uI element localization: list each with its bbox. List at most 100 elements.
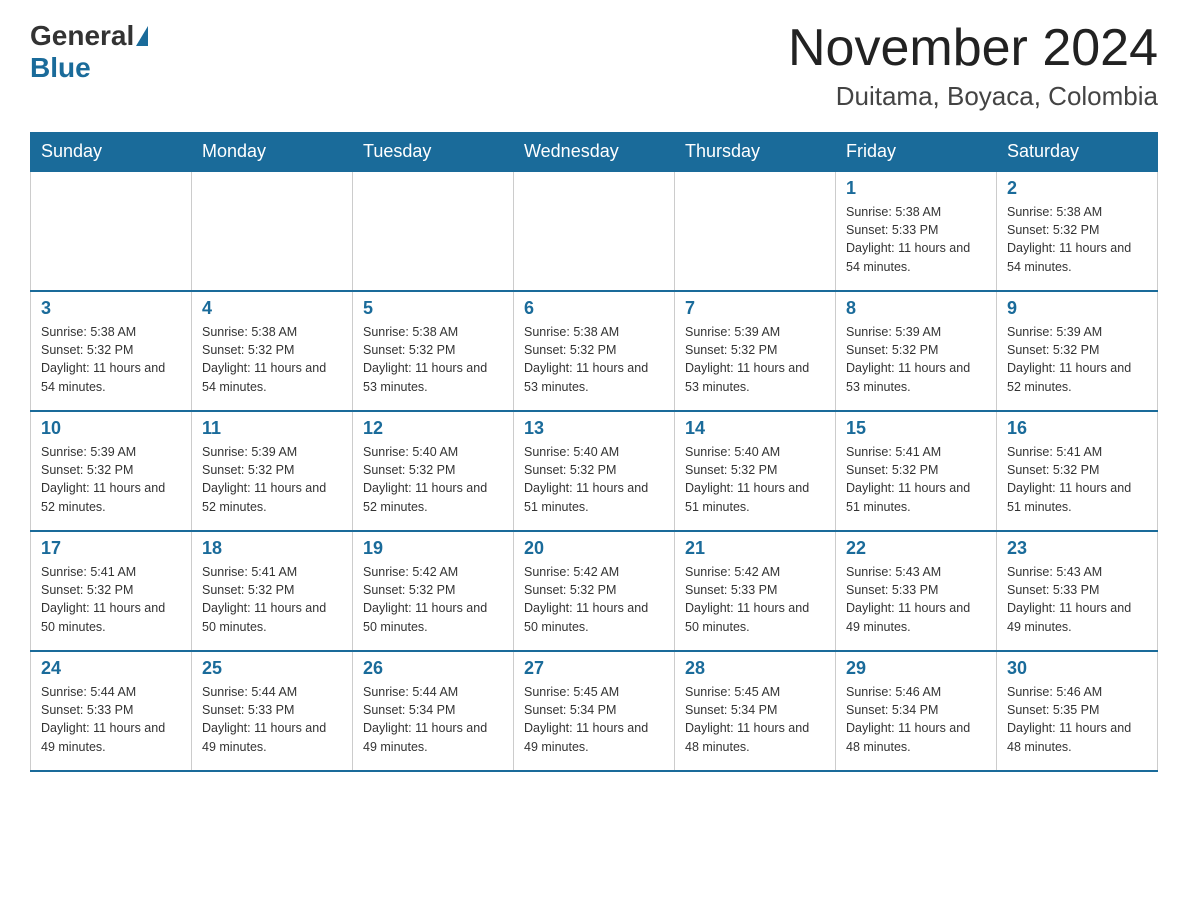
calendar-week-row: 10 Sunrise: 5:39 AM Sunset: 5:32 PM Dayli…	[31, 411, 1158, 531]
calendar-cell: 21 Sunrise: 5:42 AM Sunset: 5:33 PM Dayli…	[675, 531, 836, 651]
day-number: 5	[363, 298, 503, 319]
day-number: 12	[363, 418, 503, 439]
day-info: Sunrise: 5:44 AM Sunset: 5:34 PM Dayligh…	[363, 683, 503, 756]
calendar-cell: 28 Sunrise: 5:45 AM Sunset: 5:34 PM Dayli…	[675, 651, 836, 771]
day-info: Sunrise: 5:46 AM Sunset: 5:34 PM Dayligh…	[846, 683, 986, 756]
day-info: Sunrise: 5:40 AM Sunset: 5:32 PM Dayligh…	[524, 443, 664, 516]
day-number: 27	[524, 658, 664, 679]
day-number: 24	[41, 658, 181, 679]
day-info: Sunrise: 5:38 AM Sunset: 5:32 PM Dayligh…	[41, 323, 181, 396]
calendar-cell: 26 Sunrise: 5:44 AM Sunset: 5:34 PM Dayli…	[353, 651, 514, 771]
day-number: 28	[685, 658, 825, 679]
calendar-cell: 9 Sunrise: 5:39 AM Sunset: 5:32 PM Daylig…	[997, 291, 1158, 411]
calendar-cell: 29 Sunrise: 5:46 AM Sunset: 5:34 PM Dayli…	[836, 651, 997, 771]
day-number: 22	[846, 538, 986, 559]
day-number: 2	[1007, 178, 1147, 199]
day-number: 16	[1007, 418, 1147, 439]
calendar-cell: 12 Sunrise: 5:40 AM Sunset: 5:32 PM Dayli…	[353, 411, 514, 531]
day-info: Sunrise: 5:38 AM Sunset: 5:32 PM Dayligh…	[202, 323, 342, 396]
calendar-cell: 5 Sunrise: 5:38 AM Sunset: 5:32 PM Daylig…	[353, 291, 514, 411]
calendar-cell: 4Sunrise: 5:38 AM Sunset: 5:32 PM Daylig…	[192, 291, 353, 411]
day-info: Sunrise: 5:38 AM Sunset: 5:32 PM Dayligh…	[363, 323, 503, 396]
day-number: 21	[685, 538, 825, 559]
day-info: Sunrise: 5:40 AM Sunset: 5:32 PM Dayligh…	[363, 443, 503, 516]
calendar-cell: 27 Sunrise: 5:45 AM Sunset: 5:34 PM Dayli…	[514, 651, 675, 771]
day-number: 17	[41, 538, 181, 559]
day-info: Sunrise: 5:44 AM Sunset: 5:33 PM Dayligh…	[202, 683, 342, 756]
day-number: 19	[363, 538, 503, 559]
calendar-cell: 1Sunrise: 5:38 AM Sunset: 5:33 PM Daylig…	[836, 171, 997, 291]
calendar-cell: 2Sunrise: 5:38 AM Sunset: 5:32 PM Daylig…	[997, 171, 1158, 291]
calendar-cell	[514, 171, 675, 291]
day-info: Sunrise: 5:43 AM Sunset: 5:33 PM Dayligh…	[846, 563, 986, 636]
calendar-week-row: 24 Sunrise: 5:44 AM Sunset: 5:33 PM Dayli…	[31, 651, 1158, 771]
month-year-title: November 2024	[788, 20, 1158, 77]
day-info: Sunrise: 5:41 AM Sunset: 5:32 PM Dayligh…	[41, 563, 181, 636]
calendar-week-row: 17 Sunrise: 5:41 AM Sunset: 5:32 PM Dayli…	[31, 531, 1158, 651]
calendar-cell: 8Sunrise: 5:39 AM Sunset: 5:32 PM Daylig…	[836, 291, 997, 411]
calendar-header-row: SundayMondayTuesdayWednesdayThursdayFrid…	[31, 133, 1158, 172]
day-info: Sunrise: 5:41 AM Sunset: 5:32 PM Dayligh…	[846, 443, 986, 516]
day-info: Sunrise: 5:45 AM Sunset: 5:34 PM Dayligh…	[524, 683, 664, 756]
day-info: Sunrise: 5:45 AM Sunset: 5:34 PM Dayligh…	[685, 683, 825, 756]
calendar-cell: 3 Sunrise: 5:38 AM Sunset: 5:32 PM Daylig…	[31, 291, 192, 411]
calendar-cell: 23 Sunrise: 5:43 AM Sunset: 5:33 PM Dayli…	[997, 531, 1158, 651]
day-number: 1	[846, 178, 986, 199]
logo-general-text: General	[30, 20, 134, 52]
title-block: November 2024 Duitama, Boyaca, Colombia	[788, 20, 1158, 112]
calendar-cell: 22 Sunrise: 5:43 AM Sunset: 5:33 PM Dayli…	[836, 531, 997, 651]
day-info: Sunrise: 5:39 AM Sunset: 5:32 PM Dayligh…	[685, 323, 825, 396]
day-number: 23	[1007, 538, 1147, 559]
day-number: 20	[524, 538, 664, 559]
location-subtitle: Duitama, Boyaca, Colombia	[788, 81, 1158, 112]
logo-arrow-icon	[136, 26, 148, 46]
day-info: Sunrise: 5:40 AM Sunset: 5:32 PM Dayligh…	[685, 443, 825, 516]
day-info: Sunrise: 5:42 AM Sunset: 5:32 PM Dayligh…	[524, 563, 664, 636]
day-number: 10	[41, 418, 181, 439]
calendar-cell	[353, 171, 514, 291]
day-number: 26	[363, 658, 503, 679]
calendar-cell: 24 Sunrise: 5:44 AM Sunset: 5:33 PM Dayli…	[31, 651, 192, 771]
calendar-cell: 6Sunrise: 5:38 AM Sunset: 5:32 PM Daylig…	[514, 291, 675, 411]
day-number: 11	[202, 418, 342, 439]
day-info: Sunrise: 5:42 AM Sunset: 5:33 PM Dayligh…	[685, 563, 825, 636]
calendar-cell: 14Sunrise: 5:40 AM Sunset: 5:32 PM Dayli…	[675, 411, 836, 531]
day-info: Sunrise: 5:39 AM Sunset: 5:32 PM Dayligh…	[202, 443, 342, 516]
col-header-monday: Monday	[192, 133, 353, 172]
col-header-sunday: Sunday	[31, 133, 192, 172]
calendar-week-row: 1Sunrise: 5:38 AM Sunset: 5:33 PM Daylig…	[31, 171, 1158, 291]
calendar-week-row: 3 Sunrise: 5:38 AM Sunset: 5:32 PM Daylig…	[31, 291, 1158, 411]
logo: General Blue	[30, 20, 150, 84]
calendar-cell: 25Sunrise: 5:44 AM Sunset: 5:33 PM Dayli…	[192, 651, 353, 771]
day-number: 29	[846, 658, 986, 679]
calendar-cell: 17 Sunrise: 5:41 AM Sunset: 5:32 PM Dayli…	[31, 531, 192, 651]
day-info: Sunrise: 5:43 AM Sunset: 5:33 PM Dayligh…	[1007, 563, 1147, 636]
col-header-friday: Friday	[836, 133, 997, 172]
calendar-cell: 19 Sunrise: 5:42 AM Sunset: 5:32 PM Dayli…	[353, 531, 514, 651]
day-number: 3	[41, 298, 181, 319]
day-number: 18	[202, 538, 342, 559]
day-info: Sunrise: 5:39 AM Sunset: 5:32 PM Dayligh…	[1007, 323, 1147, 396]
day-number: 9	[1007, 298, 1147, 319]
day-info: Sunrise: 5:46 AM Sunset: 5:35 PM Dayligh…	[1007, 683, 1147, 756]
calendar-cell: 30Sunrise: 5:46 AM Sunset: 5:35 PM Dayli…	[997, 651, 1158, 771]
calendar-cell	[675, 171, 836, 291]
calendar-cell: 7 Sunrise: 5:39 AM Sunset: 5:32 PM Daylig…	[675, 291, 836, 411]
calendar-cell	[192, 171, 353, 291]
day-info: Sunrise: 5:42 AM Sunset: 5:32 PM Dayligh…	[363, 563, 503, 636]
day-info: Sunrise: 5:44 AM Sunset: 5:33 PM Dayligh…	[41, 683, 181, 756]
col-header-tuesday: Tuesday	[353, 133, 514, 172]
day-info: Sunrise: 5:41 AM Sunset: 5:32 PM Dayligh…	[202, 563, 342, 636]
col-header-saturday: Saturday	[997, 133, 1158, 172]
day-number: 13	[524, 418, 664, 439]
day-number: 8	[846, 298, 986, 319]
page-header: General Blue November 2024 Duitama, Boya…	[30, 20, 1158, 112]
day-number: 15	[846, 418, 986, 439]
calendar-cell: 18 Sunrise: 5:41 AM Sunset: 5:32 PM Dayli…	[192, 531, 353, 651]
calendar-cell: 10Sunrise: 5:39 AM Sunset: 5:32 PM Dayli…	[31, 411, 192, 531]
calendar-cell: 13 Sunrise: 5:40 AM Sunset: 5:32 PM Dayli…	[514, 411, 675, 531]
calendar-cell: 16Sunrise: 5:41 AM Sunset: 5:32 PM Dayli…	[997, 411, 1158, 531]
col-header-thursday: Thursday	[675, 133, 836, 172]
day-number: 7	[685, 298, 825, 319]
day-info: Sunrise: 5:38 AM Sunset: 5:32 PM Dayligh…	[524, 323, 664, 396]
